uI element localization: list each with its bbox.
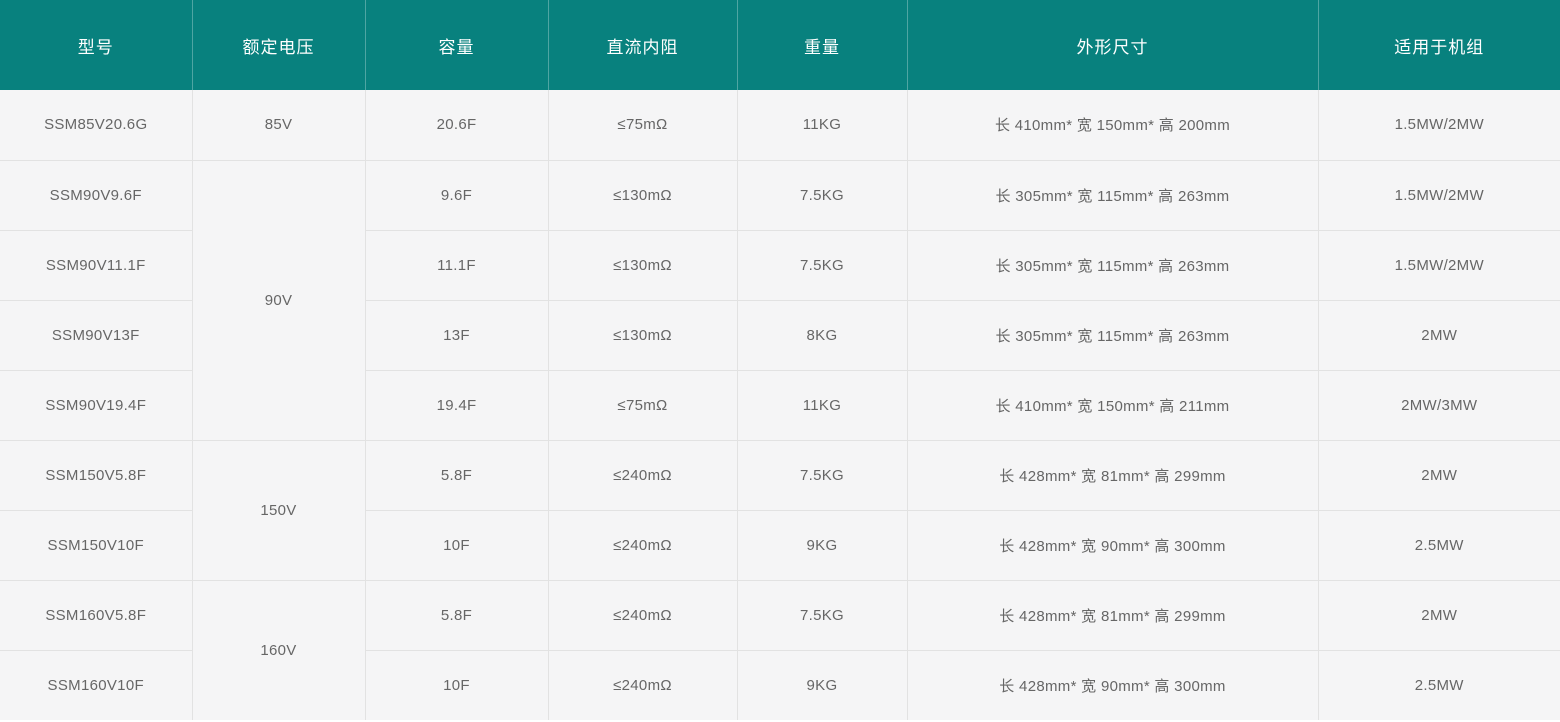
column-header-voltage: 额定电压 — [192, 0, 365, 90]
cell-capacity: 5.8F — [365, 580, 548, 650]
cell-model: SSM90V19.4F — [0, 370, 192, 440]
cell-model: SSM150V5.8F — [0, 440, 192, 510]
cell-dimensions: 长 428mm* 宽 90mm* 高 300mm — [907, 650, 1318, 720]
cell-dimensions: 长 305mm* 宽 115mm* 高 263mm — [907, 230, 1318, 300]
cell-weight: 7.5KG — [737, 580, 907, 650]
cell-voltage: 160V — [192, 580, 365, 720]
table-header: 型号额定电压容量直流内阻重量外形尺寸适用于机组 — [0, 0, 1560, 90]
cell-capacity: 13F — [365, 300, 548, 370]
product-spec-table: 型号额定电压容量直流内阻重量外形尺寸适用于机组 SSM85V20.6G85V20… — [0, 0, 1560, 720]
cell-dimensions: 长 428mm* 宽 81mm* 高 299mm — [907, 440, 1318, 510]
cell-resistance: ≤75mΩ — [548, 370, 737, 440]
cell-model: SSM90V9.6F — [0, 160, 192, 230]
table-row: SSM90V9.6F90V9.6F≤130mΩ7.5KG长 305mm* 宽 1… — [0, 160, 1560, 230]
cell-unit: 1.5MW/2MW — [1318, 160, 1560, 230]
cell-capacity: 5.8F — [365, 440, 548, 510]
cell-model: SSM150V10F — [0, 510, 192, 580]
cell-resistance: ≤130mΩ — [548, 160, 737, 230]
cell-unit: 2MW — [1318, 440, 1560, 510]
cell-unit: 2MW — [1318, 300, 1560, 370]
cell-capacity: 19.4F — [365, 370, 548, 440]
column-header-resistance: 直流内阻 — [548, 0, 737, 90]
cell-dimensions: 长 410mm* 宽 150mm* 高 200mm — [907, 90, 1318, 160]
cell-model: SSM90V13F — [0, 300, 192, 370]
cell-model: SSM160V5.8F — [0, 580, 192, 650]
table-body: SSM85V20.6G85V20.6F≤75mΩ11KG长 410mm* 宽 1… — [0, 90, 1560, 720]
cell-weight: 7.5KG — [737, 160, 907, 230]
cell-capacity: 20.6F — [365, 90, 548, 160]
table-row: SSM160V5.8F160V5.8F≤240mΩ7.5KG长 428mm* 宽… — [0, 580, 1560, 650]
cell-model: SSM160V10F — [0, 650, 192, 720]
cell-capacity: 9.6F — [365, 160, 548, 230]
cell-capacity: 10F — [365, 650, 548, 720]
cell-model: SSM90V11.1F — [0, 230, 192, 300]
column-header-weight: 重量 — [737, 0, 907, 90]
cell-unit: 2MW/3MW — [1318, 370, 1560, 440]
cell-weight: 9KG — [737, 510, 907, 580]
cell-dimensions: 长 428mm* 宽 81mm* 高 299mm — [907, 580, 1318, 650]
table-row: SSM85V20.6G85V20.6F≤75mΩ11KG长 410mm* 宽 1… — [0, 90, 1560, 160]
cell-weight: 11KG — [737, 90, 907, 160]
cell-weight: 7.5KG — [737, 230, 907, 300]
cell-voltage: 90V — [192, 160, 365, 440]
cell-weight: 9KG — [737, 650, 907, 720]
column-header-unit: 适用于机组 — [1318, 0, 1560, 90]
cell-unit: 1.5MW/2MW — [1318, 230, 1560, 300]
cell-model: SSM85V20.6G — [0, 90, 192, 160]
cell-unit: 2.5MW — [1318, 510, 1560, 580]
cell-dimensions: 长 410mm* 宽 150mm* 高 211mm — [907, 370, 1318, 440]
cell-resistance: ≤240mΩ — [548, 650, 737, 720]
cell-weight: 7.5KG — [737, 440, 907, 510]
table-row: SSM150V5.8F150V5.8F≤240mΩ7.5KG长 428mm* 宽… — [0, 440, 1560, 510]
cell-voltage: 85V — [192, 90, 365, 160]
cell-resistance: ≤130mΩ — [548, 300, 737, 370]
cell-unit: 2MW — [1318, 580, 1560, 650]
column-header-model: 型号 — [0, 0, 192, 90]
cell-dimensions: 长 305mm* 宽 115mm* 高 263mm — [907, 160, 1318, 230]
cell-dimensions: 长 428mm* 宽 90mm* 高 300mm — [907, 510, 1318, 580]
cell-voltage: 150V — [192, 440, 365, 580]
cell-weight: 8KG — [737, 300, 907, 370]
table-header-row: 型号额定电压容量直流内阻重量外形尺寸适用于机组 — [0, 0, 1560, 90]
cell-resistance: ≤75mΩ — [548, 90, 737, 160]
column-header-capacity: 容量 — [365, 0, 548, 90]
cell-resistance: ≤240mΩ — [548, 440, 737, 510]
cell-capacity: 11.1F — [365, 230, 548, 300]
cell-resistance: ≤240mΩ — [548, 580, 737, 650]
cell-capacity: 10F — [365, 510, 548, 580]
cell-dimensions: 长 305mm* 宽 115mm* 高 263mm — [907, 300, 1318, 370]
cell-resistance: ≤240mΩ — [548, 510, 737, 580]
column-header-dimensions: 外形尺寸 — [907, 0, 1318, 90]
cell-weight: 11KG — [737, 370, 907, 440]
cell-unit: 1.5MW/2MW — [1318, 90, 1560, 160]
cell-resistance: ≤130mΩ — [548, 230, 737, 300]
cell-unit: 2.5MW — [1318, 650, 1560, 720]
